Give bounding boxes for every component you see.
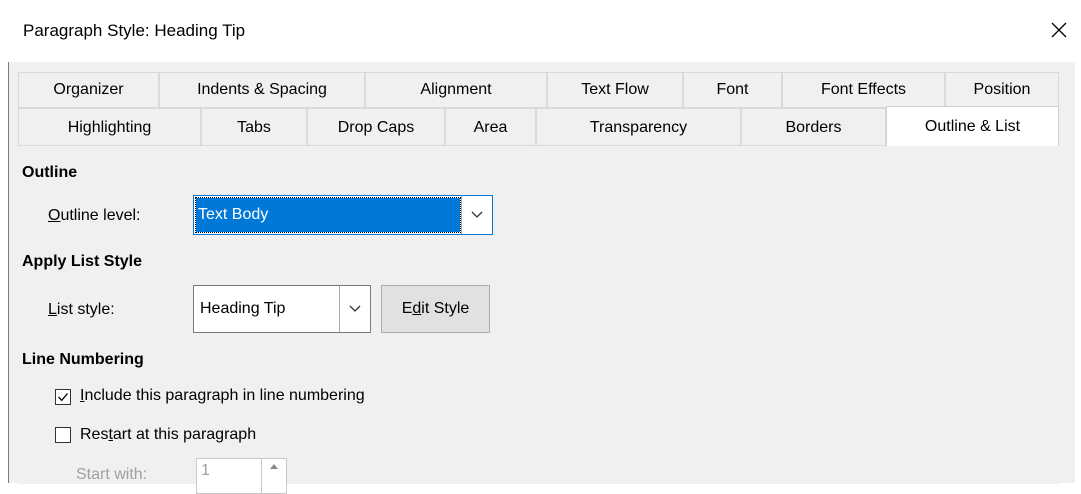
title-bar: Paragraph Style: Heading Tip [0,0,1081,62]
tab-font[interactable]: Font [683,72,782,108]
list-style-label: List style: [48,301,115,318]
tab-borders[interactable]: Borders [741,108,886,146]
start-with-spinbox[interactable]: 1 [196,458,287,494]
include-line-numbering-checkbox[interactable] [55,389,71,405]
tab-row-2: Highlighting Tabs Drop Caps Area Transpa… [18,106,1059,146]
start-with-label: Start with: [76,466,148,483]
chevron-down-icon[interactable] [339,286,370,332]
line-numbering-heading: Line Numbering [22,351,144,368]
outline-level-select[interactable]: Text Body [193,195,493,235]
tab-text-flow[interactable]: Text Flow [547,72,683,108]
spin-buttons[interactable] [261,459,286,493]
tab-alignment[interactable]: Alignment [365,72,547,108]
tab-transparency[interactable]: Transparency [536,108,741,146]
tab-indents-spacing[interactable]: Indents & Spacing [159,72,365,108]
outline-heading: Outline [22,164,78,181]
window-title: Paragraph Style: Heading Tip [23,21,246,40]
chevron-down-icon[interactable] [461,196,492,234]
tab-outline-list[interactable]: Outline & List [886,106,1059,146]
tab-tabs[interactable]: Tabs [201,108,307,146]
outline-level-label: Outline level: [48,207,141,224]
include-line-numbering-label[interactable]: Include this paragraph in line numbering [80,387,365,405]
restart-paragraph-label[interactable]: Restart at this paragraph [80,426,256,444]
restart-paragraph-checkbox[interactable] [55,427,71,443]
outline-level-value: Text Body [195,197,461,233]
edit-style-button[interactable]: Ed it Style [381,285,490,333]
tab-drop-caps[interactable]: Drop Caps [307,108,445,146]
apply-list-style-heading: Apply List Style [22,253,143,270]
list-style-select[interactable]: Heading Tip [193,285,371,333]
close-icon [1051,22,1067,38]
list-style-value: Heading Tip [200,300,286,317]
tab-font-effects[interactable]: Font Effects [782,72,945,108]
tab-highlighting[interactable]: Highlighting [18,108,201,146]
tab-row-1: Organizer Indents & Spacing Alignment Te… [18,72,1059,108]
tab-organizer[interactable]: Organizer [18,72,159,108]
close-button[interactable] [1043,14,1075,46]
tab-position[interactable]: Position [945,72,1059,108]
start-with-value: 1 [201,462,210,479]
spin-up-icon[interactable] [262,459,286,473]
checkmark-icon [58,393,68,402]
tab-area[interactable]: Area [445,108,536,146]
